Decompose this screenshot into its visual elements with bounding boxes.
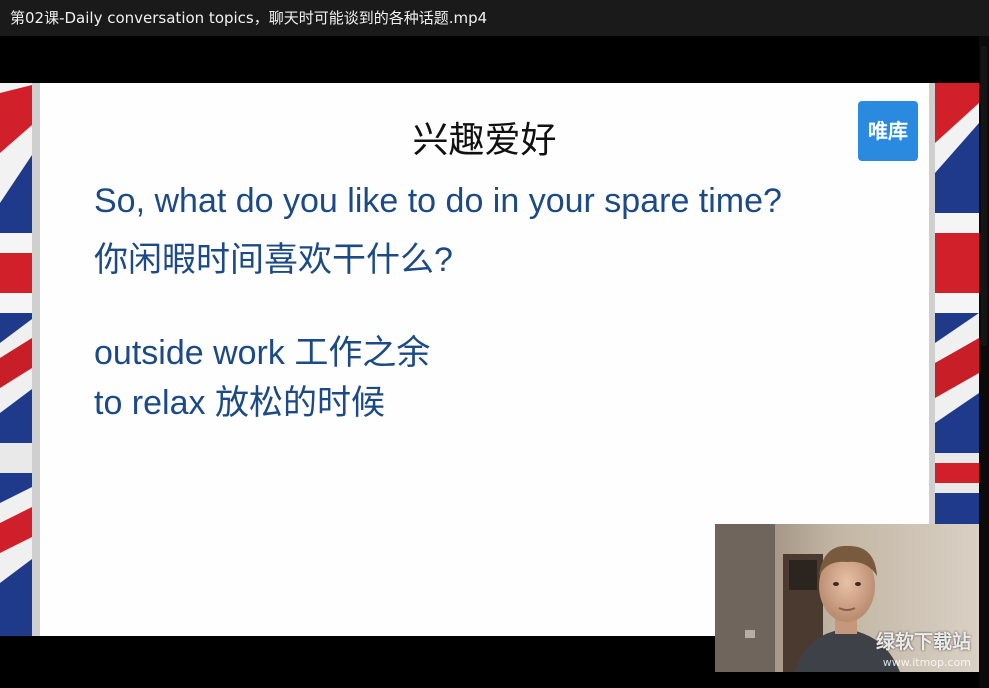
slide-line-to-relax: to relax 放松的时候 <box>94 384 385 422</box>
slide-line-outside-work: outside work 工作之余 <box>94 334 431 372</box>
scrollbar-thumb[interactable] <box>981 46 987 346</box>
watermark-brand: 绿软下载站 <box>875 631 971 653</box>
slide-line-question-en: So, what do you like to do in your spare… <box>94 182 782 220</box>
weiku-logo: 唯库 <box>858 101 918 161</box>
window-title-bar: 第02课-Daily conversation topics，聊天时可能谈到的各… <box>0 0 989 36</box>
window-title: 第02课-Daily conversation topics，聊天时可能谈到的各… <box>10 9 488 27</box>
union-jack-left-decoration <box>0 83 40 636</box>
watermark-url: www.itmop.com <box>882 656 971 669</box>
scroll-strip[interactable] <box>979 36 989 688</box>
slide-heading: 兴趣爱好 <box>412 120 557 161</box>
slide-line-question-cn: 你闲暇时间喜欢干什么? <box>94 241 453 279</box>
presenter-webcam-pip: 绿软下载站 www.itmop.com <box>715 524 979 672</box>
